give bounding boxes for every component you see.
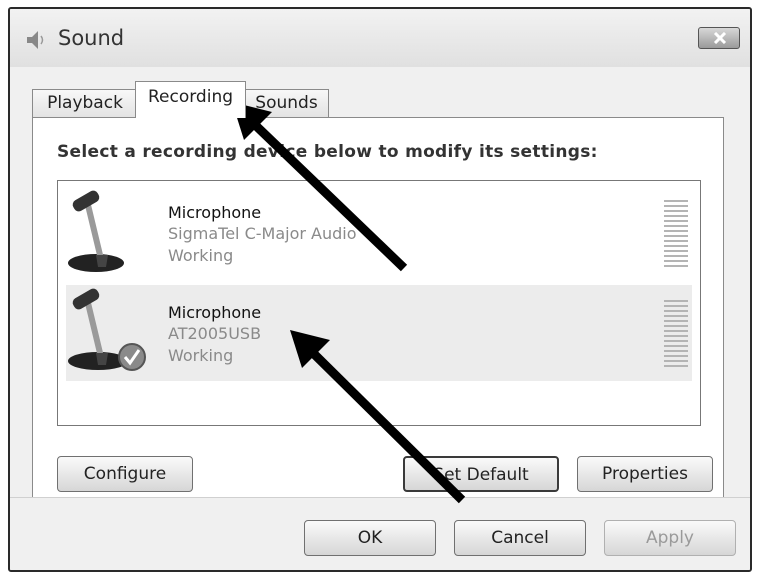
device-row-at2005usb[interactable]: Microphone AT2005USB Working [66, 285, 692, 381]
microphone-icon [68, 190, 124, 272]
device-status: Working [168, 246, 234, 265]
level-meter [664, 300, 688, 367]
tab-strip: Playback Recording Sounds [32, 77, 632, 118]
sound-dialog: Sound Playback Recording Sounds Select a… [8, 7, 752, 572]
device-row-sigmatel[interactable]: Microphone SigmaTel C-Major Audio Workin… [66, 185, 692, 281]
tab-sounds[interactable]: Sounds [244, 89, 329, 117]
microphone-default-icon [68, 288, 146, 371]
apply-button[interactable]: Apply [604, 520, 736, 556]
device-list[interactable]: Microphone SigmaTel C-Major Audio Workin… [57, 180, 701, 426]
instructions-text: Select a recording device below to modif… [57, 142, 598, 162]
set-default-button[interactable]: Set Default [403, 456, 559, 492]
cancel-button[interactable]: Cancel [454, 520, 586, 556]
properties-button[interactable]: Properties [577, 456, 713, 492]
device-name: Microphone [168, 303, 262, 322]
close-icon [713, 32, 727, 44]
device-status: Working [168, 346, 234, 365]
recording-panel: Select a recording device below to modif… [32, 117, 724, 529]
tab-playback[interactable]: Playback [32, 89, 138, 117]
device-description: SigmaTel C-Major Audio [168, 224, 357, 243]
speaker-icon [27, 31, 44, 49]
window-title: Sound [58, 26, 125, 50]
tab-recording[interactable]: Recording [135, 81, 246, 118]
dialog-footer: OK Cancel Apply [10, 497, 750, 570]
level-meter [664, 200, 688, 267]
device-description: AT2005USB [168, 324, 262, 343]
title-bar: Sound [10, 9, 750, 67]
close-button[interactable] [698, 27, 740, 49]
configure-button[interactable]: Configure [57, 456, 193, 492]
device-name: Microphone [168, 203, 262, 222]
ok-button[interactable]: OK [304, 520, 436, 556]
